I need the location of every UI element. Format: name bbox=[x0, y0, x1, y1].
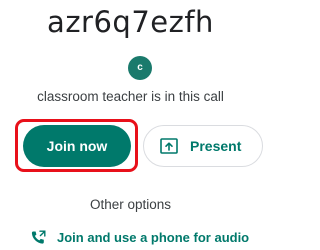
other-options-heading: Other options bbox=[89, 197, 172, 212]
present-button-label: Present bbox=[190, 138, 242, 154]
present-screen-icon bbox=[160, 138, 178, 154]
meet-join-panel: azr6q7ezfh c classroom teacher is in thi… bbox=[0, 0, 263, 250]
meeting-code: azr6q7ezfh bbox=[47, 5, 214, 39]
join-with-phone-audio-link[interactable]: Join and use a phone for audio bbox=[30, 228, 261, 248]
phone-audio-label: Join and use a phone for audio bbox=[57, 230, 250, 245]
phone-icon bbox=[31, 230, 46, 244]
present-button[interactable]: Present bbox=[143, 125, 263, 167]
join-now-button[interactable]: Join now bbox=[23, 125, 131, 167]
participant-status-text: classroom teacher is in this call bbox=[37, 89, 224, 104]
participant-avatar: c bbox=[128, 56, 152, 80]
